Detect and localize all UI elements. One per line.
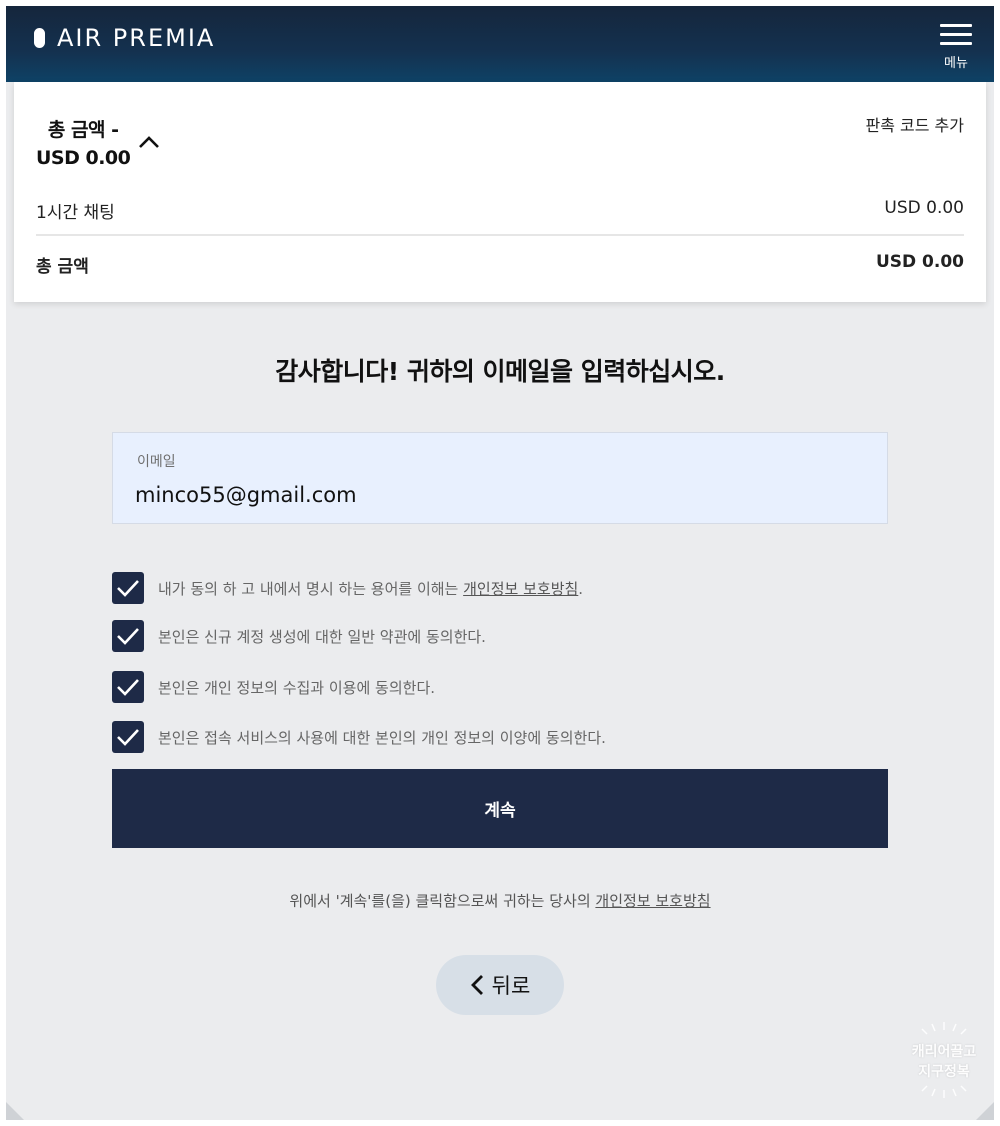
total-summary-toggle[interactable]: 총 금액 - USD 0.00 <box>36 116 160 172</box>
consent-terms-checkbox[interactable] <box>112 620 144 652</box>
consent-privacy-row: 내가 동의 하 고 내에서 명시 하는 용어를 이해는 개인정보 보호방침. <box>112 572 583 604</box>
back-button[interactable]: 뒤로 <box>436 955 564 1015</box>
menu-label: 메뉴 <box>944 56 968 71</box>
disclaimer-text: 위에서 '계속'를(을) 클릭함으로써 귀하는 당사의 개인정보 보호방침 <box>289 892 711 910</box>
consent-terms-row: 본인은 신규 계정 생성에 대한 일반 약관에 동의한다. <box>112 620 486 652</box>
page-title: 감사합니다! 귀하의 이메일을 입력하십시오. <box>275 357 725 386</box>
summary-line-item: 1시간 채팅 USD 0.00 <box>36 198 964 223</box>
promo-code-link[interactable]: 판촉 코드 추가 <box>866 112 965 136</box>
checkmark-icon <box>117 729 139 746</box>
logo-text: AIR PREMIA <box>57 24 216 52</box>
watermark: 캐리어끌고 지구정복 <box>902 1018 986 1102</box>
price-summary-card: 총 금액 - USD 0.00 판촉 코드 추가 1시간 채팅 USD 0.00… <box>14 82 986 302</box>
consent-collection-text: 본인은 개인 정보의 수집과 이용에 동의한다. <box>158 678 436 697</box>
consent-privacy-text: 내가 동의 하 고 내에서 명시 하는 용어를 이해는 개인정보 보호방침. <box>158 579 584 598</box>
grand-total-label: 총 금액 <box>36 257 89 277</box>
consent-terms-text: 본인은 신규 계정 생성에 대한 일반 약관에 동의한다. <box>158 627 486 646</box>
page-frame: AIR PREMIA 메뉴 총 금액 - USD 0.00 판촉 코드 추가 1… <box>6 6 994 1120</box>
site-header: AIR PREMIA 메뉴 <box>6 6 994 82</box>
back-label: 뒤로 <box>491 974 531 998</box>
hamburger-icon <box>940 24 972 51</box>
grand-total-amount: USD 0.00 <box>875 252 964 272</box>
total-title: 총 금액 - <box>47 119 119 141</box>
chevron-left-icon <box>470 975 483 995</box>
menu-button[interactable]: 메뉴 <box>938 24 974 74</box>
total-amount: USD 0.00 <box>36 147 131 169</box>
line-item-label: 1시간 채팅 <box>36 203 115 223</box>
corner-fold-left <box>6 1102 24 1120</box>
chevron-up-icon <box>139 136 160 148</box>
consent-collection-checkbox[interactable] <box>112 671 144 703</box>
line-item-amount: USD 0.00 <box>884 198 964 218</box>
consent-transfer-checkbox[interactable] <box>112 721 144 753</box>
checkmark-icon <box>117 580 139 597</box>
checkmark-icon <box>117 679 139 696</box>
watermark-text: 캐리어끌고 지구정복 <box>911 1044 977 1080</box>
corner-fold-right <box>976 1102 994 1120</box>
consent-transfer-text: 본인은 접속 서비스의 사용에 대한 본인의 개인 정보의 이양에 동의한다. <box>158 728 606 747</box>
continue-button[interactable]: 계속 <box>112 769 888 848</box>
logo-mark-icon <box>34 28 45 48</box>
disclaimer-privacy-link[interactable]: 개인정보 보호방침 <box>595 892 710 910</box>
consent-collection-row: 본인은 개인 정보의 수집과 이용에 동의한다. <box>112 671 435 703</box>
grand-total-row: 총 금액 USD 0.00 <box>36 252 964 277</box>
air-premia-logo[interactable]: AIR PREMIA <box>34 24 215 52</box>
checkmark-icon <box>117 628 139 645</box>
email-label: 이메일 <box>137 454 176 470</box>
consent-transfer-row: 본인은 접속 서비스의 사용에 대한 본인의 개인 정보의 이양에 동의한다. <box>112 721 606 753</box>
email-field[interactable]: 이메일 <box>112 432 888 524</box>
total-summary-text: 총 금액 - USD 0.00 <box>36 116 131 172</box>
summary-divider <box>36 234 964 236</box>
consent-privacy-checkbox[interactable] <box>112 572 144 604</box>
privacy-policy-link[interactable]: 개인정보 보호방침 <box>463 580 578 598</box>
email-input[interactable] <box>135 483 855 507</box>
